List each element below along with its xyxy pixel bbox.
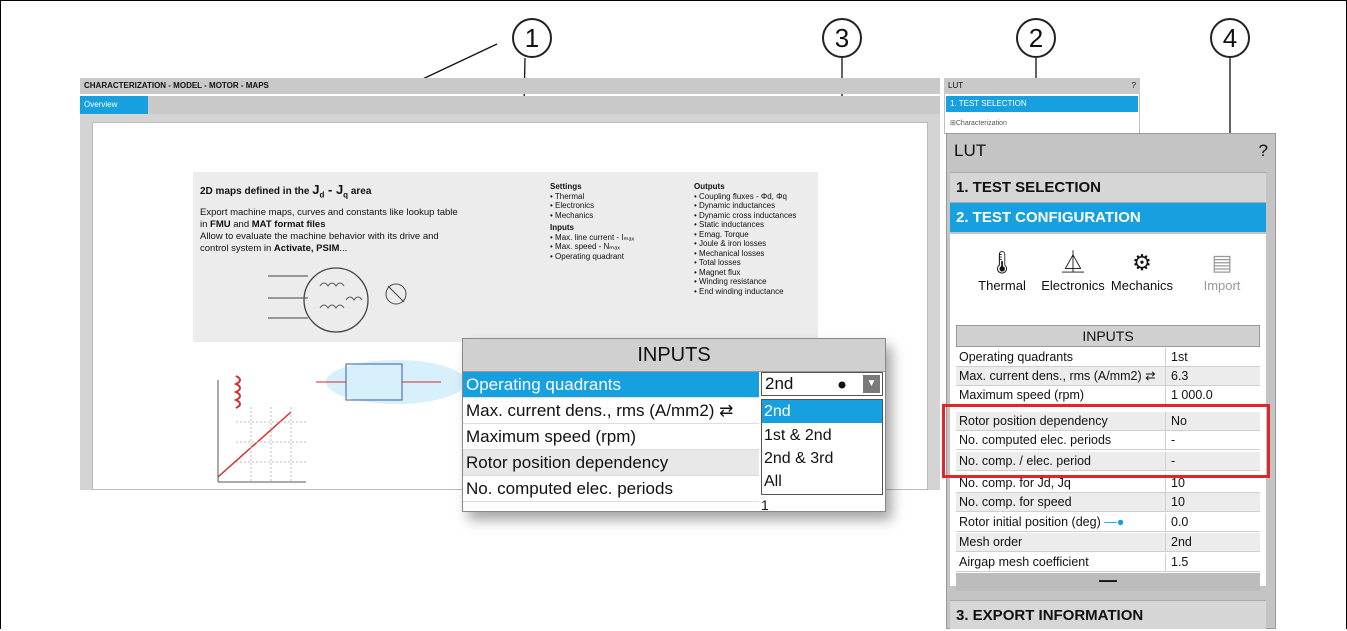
- outputs-list: Outputs • Coupling fluxes - Φd, Φq • Dyn…: [694, 182, 797, 296]
- import-icon: ▤: [1211, 250, 1233, 275]
- slider-icon[interactable]: —●: [1104, 515, 1124, 529]
- table-row[interactable]: No. comp. for speed 10: [956, 493, 1260, 512]
- callout-3: 3: [822, 18, 862, 58]
- popup-row-operating-quadrants[interactable]: Operating quadrants: [463, 372, 759, 398]
- help-icon[interactable]: ?: [1259, 133, 1268, 169]
- tab-overview[interactable]: Overview: [80, 96, 148, 114]
- motor-diagram-icon: [268, 267, 407, 333]
- section-test-selection[interactable]: 1. TEST SELECTION: [950, 172, 1266, 202]
- tool-import[interactable]: ▤ Import: [1192, 248, 1252, 293]
- section-test-configuration[interactable]: 2. TEST CONFIGURATION: [950, 202, 1266, 232]
- table-row[interactable]: Maximum speed (rpm) 1 000.0: [956, 386, 1260, 405]
- quadrant-options: 2nd 1st & 2nd 2nd & 3rd All: [761, 399, 883, 495]
- popup-row-max-current[interactable]: Max. current dens., rms (A/mm2) ⇄: [463, 398, 759, 424]
- popup-row-rotor-position[interactable]: Rotor position dependency: [463, 450, 759, 476]
- popup-header: INPUTS: [463, 339, 885, 372]
- option-all[interactable]: All: [762, 470, 882, 493]
- callout-3-dot: [838, 381, 846, 389]
- lut-back-tree-item[interactable]: ⊞Characterization: [950, 119, 1007, 127]
- chevron-down-icon[interactable]: ▼: [863, 375, 880, 393]
- tab-bar: [80, 96, 940, 114]
- table-row[interactable]: Mesh order 2nd: [956, 533, 1260, 552]
- table-row[interactable]: Rotor initial position (deg) —● 0.0: [956, 513, 1260, 532]
- lut-inputs-header: INPUTS: [956, 325, 1260, 347]
- option-2nd[interactable]: 2nd: [762, 400, 882, 423]
- callout-2: 2: [1016, 18, 1056, 58]
- thermometer-icon: 🌡: [988, 250, 1016, 275]
- table-row[interactable]: Operating quadrants 1st: [956, 348, 1260, 367]
- popup-last-value: 1: [761, 497, 769, 512]
- diode-icon: ⏅: [1061, 250, 1084, 275]
- dq-vector-diagram: [217, 360, 466, 483]
- gears-icon: ⚙: [1132, 250, 1152, 275]
- swap-icon[interactable]: ⇄: [1145, 369, 1155, 383]
- lut-back-title: LUT?: [944, 78, 1140, 94]
- window-title: CHARACTERIZATION - MODEL - MOTOR - MAPS: [80, 78, 940, 94]
- option-2nd-3rd[interactable]: 2nd & 3rd: [762, 447, 882, 470]
- table-row[interactable]: Max. current dens., rms (A/mm2) ⇄ 6.3: [956, 367, 1260, 386]
- section-export-information[interactable]: 3. EXPORT INFORMATION: [950, 600, 1266, 629]
- tool-mechanics[interactable]: ⚙ Mechanics: [1110, 248, 1174, 293]
- callout-4: 4: [1210, 18, 1250, 58]
- inputs-popup: INPUTS Operating quadrants Max. current …: [462, 338, 886, 512]
- callout-1: 1: [512, 18, 552, 58]
- tool-electronics[interactable]: ⏅ Electronics: [1040, 248, 1106, 293]
- option-1st-2nd[interactable]: 1st & 2nd: [762, 424, 882, 447]
- settings-list: Settings • Thermal • Electronics • Mecha…: [550, 182, 635, 261]
- overview-heading: 2D maps defined in the Jd - Jq area: [200, 182, 372, 200]
- popup-row-max-speed[interactable]: Maximum speed (rpm): [463, 424, 759, 450]
- popup-row-computed-periods[interactable]: No. computed elec. periods: [463, 476, 759, 502]
- tool-thermal[interactable]: 🌡 Thermal: [972, 248, 1032, 293]
- lut-back-test-selection[interactable]: 1. TEST SELECTION: [946, 96, 1138, 112]
- collapse-button[interactable]: —: [956, 571, 1260, 591]
- lut-title: LUT?: [946, 133, 1276, 169]
- highlight-box: [942, 404, 1270, 478]
- overview-description: Export machine maps, curves and constant…: [200, 207, 458, 254]
- swap-icon[interactable]: ⇄: [719, 401, 733, 420]
